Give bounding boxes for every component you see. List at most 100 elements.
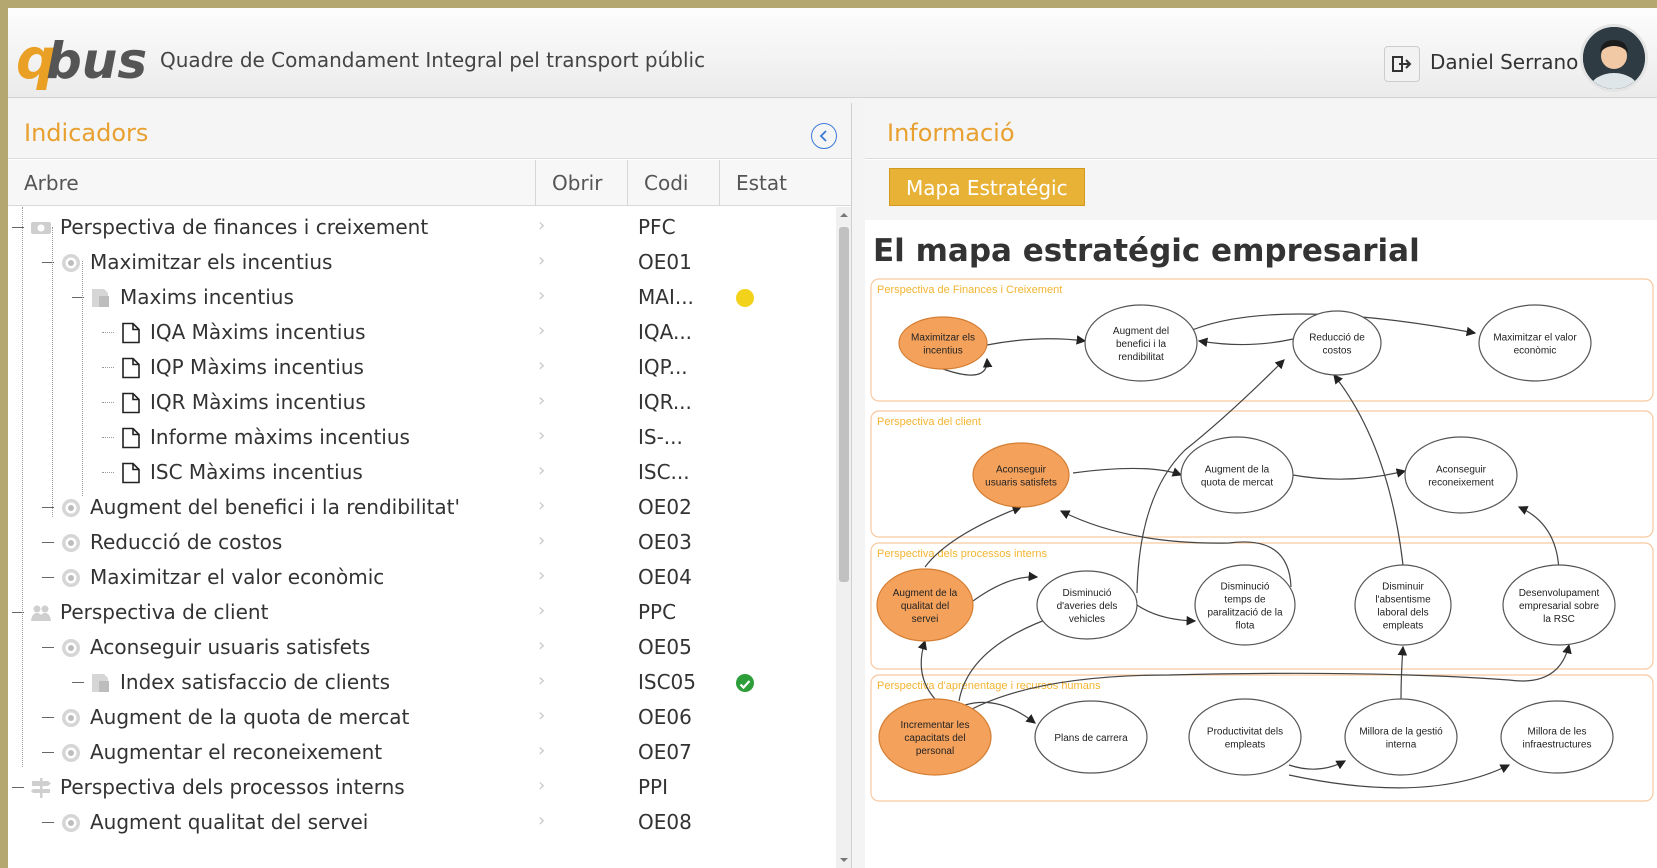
map-node[interactable]: Aconseguir reconeixement <box>1404 436 1518 514</box>
tree-row[interactable]: Perspectiva dels processos interns › PPI <box>8 769 836 806</box>
target-icon <box>62 499 80 517</box>
scrollbar-thumb[interactable] <box>839 227 849 582</box>
tree-row[interactable]: ISC Màxims incentius › ISC... <box>8 454 836 491</box>
tree-row[interactable]: Maximitzar el valor econòmic › OE04 <box>8 559 836 596</box>
map-node[interactable]: Reducció de costos <box>1292 310 1382 376</box>
expand-toggle[interactable] <box>42 577 54 578</box>
expand-toggle[interactable] <box>42 542 54 543</box>
map-node[interactable]: Plans de carrera <box>1034 700 1148 774</box>
chevron-left-icon <box>819 130 827 142</box>
tree-row[interactable]: Reducció de costos › OE03 <box>8 524 836 561</box>
top-bar: q bus Quadre de Comandament Integral pel… <box>8 8 1657 98</box>
logout-button[interactable] <box>1384 46 1420 82</box>
expand-toggle[interactable] <box>12 787 24 788</box>
column-header-codi[interactable]: Codi <box>628 160 720 206</box>
avatar[interactable] <box>1580 24 1648 92</box>
open-chevron-icon[interactable]: › <box>538 215 545 236</box>
tree-row[interactable]: Maximitzar els incentius › OE01 <box>8 244 836 281</box>
indicators-header: Indicadors <box>8 103 851 159</box>
map-node-label: benefici i la <box>1116 339 1166 350</box>
tree-row[interactable]: IQP Màxims incentius › IQP... <box>8 349 836 386</box>
target-icon <box>62 744 80 762</box>
map-node-label: Aconseguir <box>1436 465 1487 476</box>
map-node[interactable]: Augment del benefici i la rendibilitat <box>1084 304 1198 382</box>
row-code: ISC05 <box>638 670 697 694</box>
map-node-label: Productivitat dels <box>1207 727 1283 738</box>
target-icon <box>62 814 80 832</box>
map-node[interactable]: Augment de la quota de mercat <box>1180 436 1294 514</box>
open-chevron-icon[interactable]: › <box>538 355 545 376</box>
expand-toggle[interactable] <box>42 752 54 753</box>
map-node[interactable]: Maximitzar el valor econòmic <box>1478 304 1592 382</box>
tree-row[interactable]: Augment de la quota de mercat › OE06 <box>8 699 836 736</box>
row-code: IS-... <box>638 425 683 449</box>
open-chevron-icon[interactable]: › <box>538 565 545 586</box>
tree-row[interactable]: Augmentar el reconeixement › OE07 <box>8 734 836 771</box>
open-chevron-icon[interactable]: › <box>538 460 545 481</box>
open-chevron-icon[interactable]: › <box>538 530 545 551</box>
scroll-down-icon[interactable] <box>836 854 852 866</box>
expand-toggle[interactable] <box>42 822 54 823</box>
open-chevron-icon[interactable]: › <box>538 495 545 516</box>
open-chevron-icon[interactable]: › <box>538 425 545 446</box>
map-node[interactable]: Augment de la qualitat del servei <box>876 568 974 642</box>
tree-row[interactable]: Perspectiva de finances i creixement › PFC <box>8 209 836 246</box>
map-node[interactable]: Aconseguir usuaris satisfets <box>972 442 1070 508</box>
row-code: MAI... <box>638 285 694 309</box>
column-header-obrir[interactable]: Obrir <box>536 160 628 206</box>
tree-row[interactable]: IQR Màxims incentius › IQR... <box>8 384 836 421</box>
users-icon <box>31 605 51 621</box>
map-node[interactable]: Millora de la gestió interna <box>1344 698 1458 776</box>
open-chevron-icon[interactable]: › <box>538 810 545 831</box>
scroll-up-icon[interactable] <box>836 209 852 221</box>
open-chevron-icon[interactable]: › <box>538 670 545 691</box>
row-code: IQA... <box>638 320 693 344</box>
open-chevron-icon[interactable]: › <box>538 285 545 306</box>
user-name[interactable]: Daniel Serrano <box>1430 50 1578 74</box>
open-chevron-icon[interactable]: › <box>538 705 545 726</box>
tree-row[interactable]: IQA Màxims incentius › IQA... <box>8 314 836 351</box>
map-node-label: Plans de carrera <box>1054 733 1128 744</box>
map-node-label: Augment del <box>1113 326 1169 337</box>
tree-row[interactable]: Augment del benefici i la rendibilitat' ›… <box>8 489 836 526</box>
open-chevron-icon[interactable]: › <box>538 390 545 411</box>
tree-row[interactable]: Index satisfaccio de clients › ISC05 <box>8 664 836 701</box>
open-chevron-icon[interactable]: › <box>538 775 545 796</box>
map-node[interactable]: Maximitzar els incentius <box>898 316 988 370</box>
map-node-label: Augment de la <box>893 588 958 599</box>
map-node[interactable]: Disminució temps de paralització de la flot… <box>1194 564 1296 646</box>
row-label: Perspectiva de finances i creixement <box>60 215 429 239</box>
open-chevron-icon[interactable]: › <box>538 250 545 271</box>
tree-connector <box>102 472 114 473</box>
open-chevron-icon[interactable]: › <box>538 740 545 761</box>
tree-row[interactable]: Augment qualitat del servei › OE08 <box>8 804 836 841</box>
tree-scrollbar[interactable] <box>836 207 852 868</box>
map-node[interactable]: Millora de les infraestructures <box>1500 700 1614 774</box>
map-node[interactable]: Productivitat dels empleats <box>1188 698 1302 776</box>
row-label: Aconseguir usuaris satisfets <box>90 635 371 659</box>
row-label: Augment del benefici i la rendibilitat' <box>90 495 461 519</box>
tree-row[interactable]: Perspectiva de client › PPC <box>8 594 836 631</box>
row-code: PPC <box>638 600 677 624</box>
expand-toggle[interactable] <box>72 682 84 683</box>
tree-row[interactable]: Maxims incentius › MAI... <box>8 279 836 316</box>
indicator-tree: Perspectiva de finances i creixement › PFC… <box>8 207 836 868</box>
map-node[interactable]: Disminució d'averies dels vehicles <box>1036 570 1138 640</box>
collapse-panel-button[interactable] <box>811 123 837 149</box>
expand-toggle[interactable] <box>42 647 54 648</box>
open-chevron-icon[interactable]: › <box>538 600 545 621</box>
information-title: Informació <box>887 119 1015 147</box>
tree-row[interactable]: Aconseguir usuaris satisfets › OE05 <box>8 629 836 666</box>
column-header-estat[interactable]: Estat <box>720 160 851 206</box>
map-node[interactable]: Desenvolupament empresarial sobre la RSC <box>1502 564 1616 646</box>
map-node[interactable]: Disminuir l'absentisme laboral dels empleat… <box>1354 564 1452 646</box>
tree-row[interactable]: Informe màxims incentius › IS-... <box>8 419 836 456</box>
open-chevron-icon[interactable]: › <box>538 635 545 656</box>
target-icon <box>62 569 80 587</box>
strategic-map-button[interactable]: Mapa Estratégic <box>889 168 1085 206</box>
row-code: OE04 <box>638 565 692 589</box>
open-chevron-icon[interactable]: › <box>538 320 545 341</box>
expand-toggle[interactable] <box>42 717 54 718</box>
map-node[interactable]: Incrementar les capacitats del personal <box>878 698 992 776</box>
column-header-arbre[interactable]: Arbre <box>8 160 536 206</box>
